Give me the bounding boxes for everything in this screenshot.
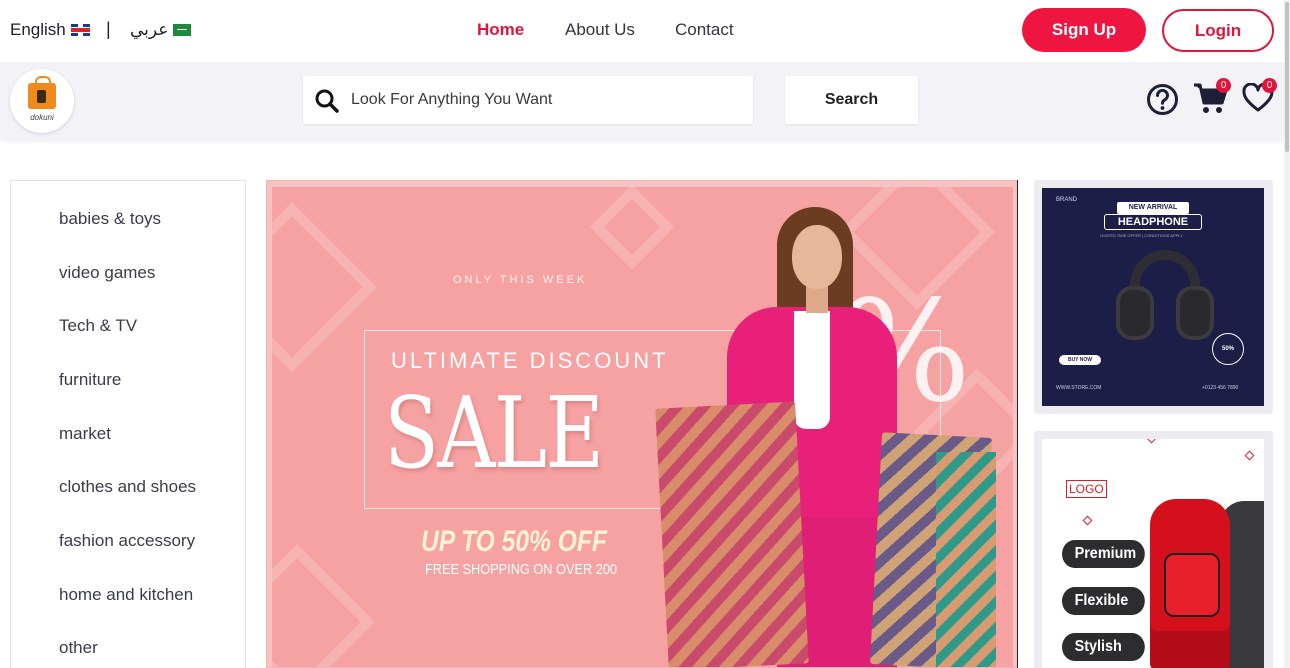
saudi-flag-icon xyxy=(173,24,192,36)
headphone-cup-right xyxy=(1176,286,1214,340)
category-item[interactable]: babies & toys xyxy=(59,209,161,229)
ad-discount-badge: 50% xyxy=(1212,333,1244,365)
header-search-strip: dokuni Search 0 0 xyxy=(0,62,1284,140)
ad-backpack-image: LOGO Premium Flexible Stylish xyxy=(1042,439,1264,668)
decor-diamond xyxy=(272,544,375,667)
help-icon[interactable] xyxy=(1146,83,1179,116)
ad-feature-pill: Flexible xyxy=(1062,587,1145,615)
top-bar: English | عربي Home About Us Contact Sig… xyxy=(0,0,1284,62)
sign-up-button[interactable]: Sign Up xyxy=(1022,8,1146,52)
ad-headphone-card[interactable]: BRAND NEW ARRIVAL HEADPHONE LIMITED TIME… xyxy=(1034,180,1273,414)
model-shirt xyxy=(794,311,830,429)
category-item[interactable]: video games xyxy=(59,263,155,283)
ad-logo: LOGO xyxy=(1066,480,1107,498)
decor-diamond xyxy=(1146,439,1157,444)
headphone-cup-left xyxy=(1116,286,1154,340)
ad-feature-pill: Premium xyxy=(1062,540,1145,568)
language-arabic-link[interactable]: عربي xyxy=(130,20,192,40)
hero-divider xyxy=(1017,180,1018,668)
nav-about-link[interactable]: About Us xyxy=(565,20,635,40)
hero-shipping-note: FREE SHOPPING ON OVER 200 xyxy=(425,561,618,578)
search-box xyxy=(303,76,753,124)
category-item[interactable]: home and kitchen xyxy=(59,585,193,605)
language-separator: | xyxy=(106,19,111,39)
category-item[interactable]: furniture xyxy=(59,370,121,390)
language-english-link[interactable]: English xyxy=(10,20,90,40)
decor-diamond xyxy=(272,202,377,372)
page-scrollbar[interactable] xyxy=(1284,0,1290,668)
ad-headphone-title: HEADPHONE xyxy=(1104,214,1202,230)
category-item[interactable]: Tech & TV xyxy=(59,316,137,336)
ad-website: WWW.STORE.COM xyxy=(1056,385,1102,391)
uk-flag-icon xyxy=(70,24,90,36)
shopping-bag-back xyxy=(936,452,996,667)
search-button[interactable]: Search xyxy=(785,76,918,124)
shopping-bag-left xyxy=(655,401,809,667)
site-logo[interactable]: dokuni xyxy=(10,69,74,133)
decor-diamond xyxy=(1082,515,1093,526)
ad-phone: +0123 456 7890 xyxy=(1202,385,1239,391)
nav-contact-link[interactable]: Contact xyxy=(675,20,734,40)
backpack-red xyxy=(1150,499,1230,668)
ad-backpack-card[interactable]: LOGO Premium Flexible Stylish xyxy=(1034,431,1273,668)
hero-offer: UP TO 50% OFF xyxy=(421,525,607,558)
hero-title: ULTIMATE DISCOUNT xyxy=(391,348,669,373)
favorites-count-badge: 0 xyxy=(1262,78,1277,93)
search-icon xyxy=(315,89,339,113)
language-english-label: English xyxy=(10,20,66,39)
nav-home-link[interactable]: Home xyxy=(477,20,524,40)
language-arabic-label: عربي xyxy=(130,20,169,39)
ad-headphone-image: BRAND NEW ARRIVAL HEADPHONE LIMITED TIME… xyxy=(1042,188,1264,406)
ad-new-arrival-badge: NEW ARRIVAL xyxy=(1117,202,1189,214)
search-input[interactable] xyxy=(351,76,741,124)
model-face xyxy=(792,225,842,289)
hero-sale-heading: SALE xyxy=(384,377,604,491)
decor-diamond xyxy=(589,187,675,270)
scrollbar-thumb[interactable] xyxy=(1285,2,1289,152)
category-sidebar: babies & toys video games Tech & TV furn… xyxy=(10,180,246,668)
cart-count-badge: 0 xyxy=(1216,78,1231,93)
shopping-bag-icon xyxy=(28,76,56,109)
decor-diamond xyxy=(1244,450,1255,461)
category-item[interactable]: fashion accessory xyxy=(59,531,195,551)
ad-buy-now-button[interactable]: BUY NOW xyxy=(1059,355,1101,365)
ad-brand: BRAND xyxy=(1056,197,1078,203)
category-item[interactable]: market xyxy=(59,424,111,444)
hero-tagline: ONLY THIS WEEK xyxy=(453,274,588,286)
hero-banner[interactable]: % ONLY THIS WEEK ULTIMATE DISCOUNT SALE … xyxy=(266,180,1018,668)
category-item[interactable]: clothes and shoes xyxy=(59,477,196,497)
login-button[interactable]: Login xyxy=(1162,9,1274,52)
ad-small-print: LIMITED TIME OFFER | CONDITIONS APPLY xyxy=(1100,233,1183,238)
logo-text: dokuni xyxy=(30,113,54,122)
category-item[interactable]: other xyxy=(59,638,98,658)
ad-feature-pill: Stylish xyxy=(1062,633,1145,661)
hero-banner-image: % ONLY THIS WEEK ULTIMATE DISCOUNT SALE … xyxy=(272,187,1013,667)
